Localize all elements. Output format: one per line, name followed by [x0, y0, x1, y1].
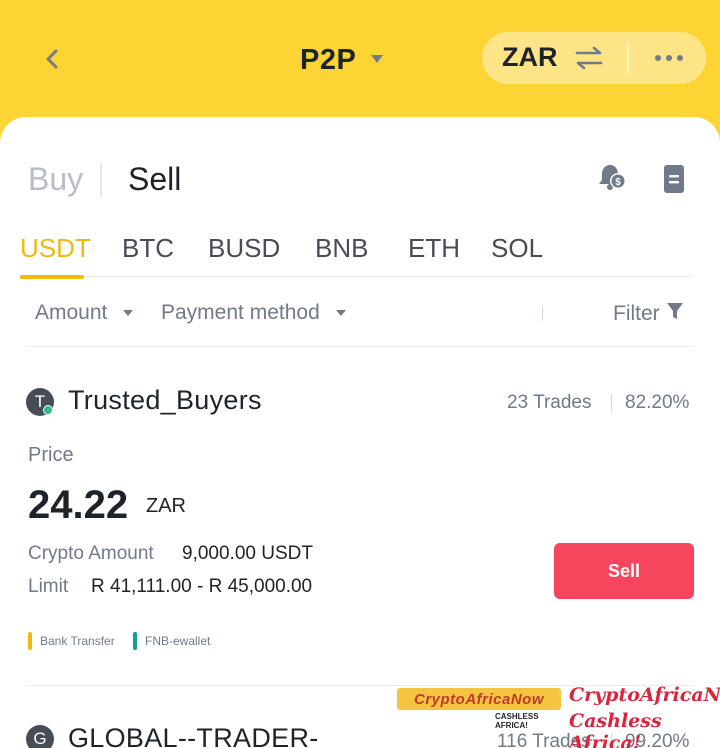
amount-dropdown[interactable]: Amount — [35, 301, 134, 325]
filter-bar: Amount Payment method Filter — [28, 277, 692, 347]
limit-value: R 41,111.00 - R 45,000.00 — [91, 576, 313, 597]
swap-icon[interactable] — [574, 46, 604, 70]
merchant-name[interactable]: GLOBAL--TRADER- — [68, 723, 319, 748]
crypto-amount-value: 9,000.00 USDT — [182, 543, 313, 564]
filter-label: Filter — [613, 302, 660, 325]
tab-bnb[interactable]: BNB — [315, 233, 368, 264]
bell-dollar-icon[interactable]: $ — [596, 161, 628, 193]
top-bar: P2P ZAR — [0, 0, 720, 118]
price-value: 24.22 — [28, 483, 129, 527]
price-label: Price — [28, 444, 74, 466]
trade-count: 23 Trades — [507, 392, 592, 413]
watermark-logo: CryptoAfricaNow CASHLESS AFRICA! — [397, 686, 561, 730]
more-icon[interactable] — [652, 46, 686, 70]
completion-rate: 82.20% — [625, 392, 690, 413]
order-document-icon[interactable] — [660, 163, 688, 195]
coin-tabs: USDT BTC BUSD BNB ETH SOL — [18, 227, 692, 279]
payment-color-bar — [28, 632, 32, 650]
watermark-text-line2: Cashless Africa! — [569, 710, 662, 748]
tab-eth[interactable]: ETH — [408, 233, 460, 264]
filter-funnel-icon — [666, 301, 684, 327]
payment-method-label: Payment method — [161, 301, 320, 324]
crypto-amount-label: Crypto Amount — [28, 543, 154, 564]
p2p-card: Buy Sell $ USDT BTC BUSD BNB ETH SOL Amo… — [0, 117, 720, 748]
fiat-currency-button[interactable]: ZAR — [502, 42, 558, 73]
payment-method-dropdown[interactable]: Payment method — [161, 301, 346, 325]
online-status-dot — [43, 405, 53, 415]
caret-down-icon — [123, 310, 134, 316]
tab-btc[interactable]: BTC — [122, 233, 174, 264]
stat-divider — [611, 394, 612, 412]
sell-button[interactable]: Sell — [554, 543, 694, 599]
limit-label: Limit — [28, 576, 69, 597]
avatar: G — [26, 725, 54, 748]
payment-method-name: Bank Transfer — [40, 634, 115, 648]
pill-divider — [627, 42, 629, 74]
payment-color-bar — [133, 632, 137, 650]
tab-sol[interactable]: SOL — [491, 233, 543, 264]
caret-down-icon — [335, 310, 346, 316]
watermark-logo-text: CryptoAfricaNow — [397, 688, 561, 710]
watermark-logo-tagline: CASHLESS AFRICA! — [493, 712, 561, 730]
watermark-text-line1: CryptoAfricaNow — [569, 684, 720, 706]
caret-down-icon — [370, 51, 384, 69]
payment-method-tag: Bank Transfer — [28, 631, 115, 651]
tab-divider — [100, 163, 102, 197]
payment-method-tag: FNB-ewallet — [133, 631, 210, 651]
merchant-name[interactable]: Trusted_Buyers — [68, 385, 262, 416]
tab-busd[interactable]: BUSD — [208, 233, 280, 264]
tab-sell[interactable]: Sell — [128, 161, 181, 198]
currency-pill: ZAR — [482, 32, 706, 84]
back-arrow-icon[interactable] — [38, 42, 66, 76]
page-title: P2P — [300, 43, 357, 76]
svg-text:$: $ — [615, 177, 621, 188]
p2p-mode-selector[interactable]: P2P — [300, 38, 384, 82]
tab-buy[interactable]: Buy — [28, 161, 83, 198]
amount-label: Amount — [35, 301, 108, 324]
tab-usdt[interactable]: USDT — [20, 233, 91, 264]
price-currency: ZAR — [146, 495, 186, 517]
payment-method-name: FNB-ewallet — [145, 634, 211, 648]
filter-divider — [542, 307, 543, 321]
filter-button[interactable]: Filter — [613, 301, 684, 327]
